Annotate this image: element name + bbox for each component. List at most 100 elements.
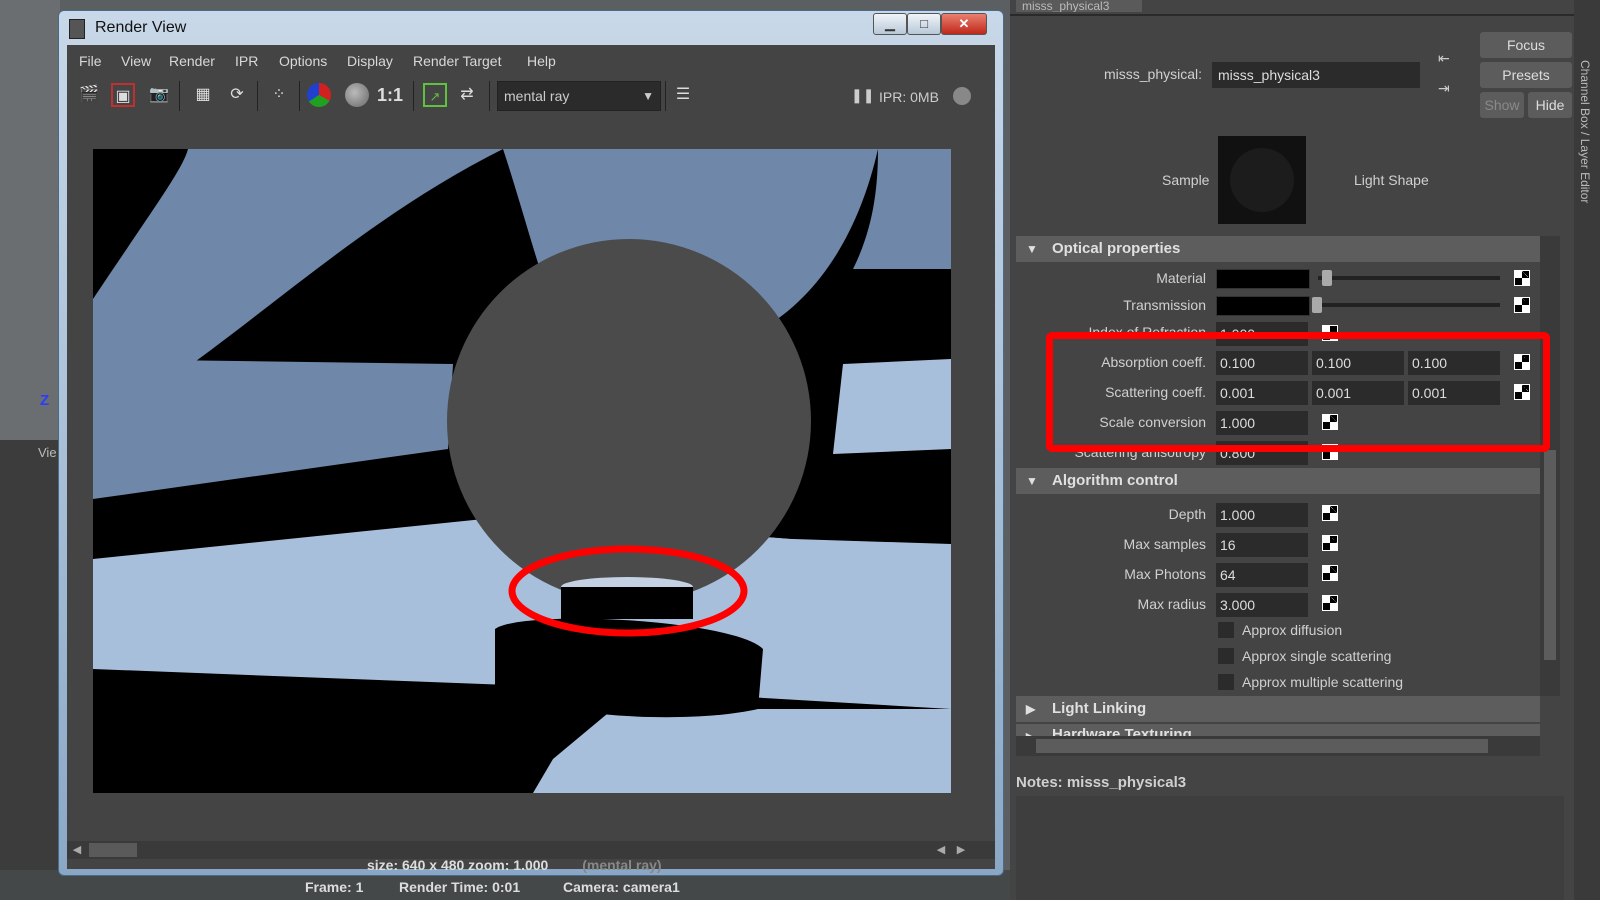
chevron-down-icon: ▼ (642, 89, 654, 103)
menu-display[interactable]: Display (347, 53, 393, 69)
render-image-area: size: 640 x 480 zoom: 1.000 (mental ray)… (67, 119, 995, 895)
menu-help[interactable]: Help (527, 53, 556, 69)
toolbar-separator (257, 81, 258, 111)
transmission-color-swatch[interactable] (1216, 296, 1310, 316)
renderer-tag: (mental ray) (582, 857, 662, 873)
keep-image-icon[interactable]: ↗ (423, 83, 447, 107)
notes-textarea[interactable] (1016, 796, 1564, 900)
render-view-titlebar[interactable]: Render View ▁ □ ✕ (59, 11, 1003, 43)
snapshot-camera-icon[interactable]: 📷 (147, 83, 171, 107)
node-type-label: misss_physical: (1104, 66, 1203, 82)
maya-app-icon (69, 19, 85, 39)
toolbar-separator (299, 81, 300, 111)
maximize-button[interactable]: □ (907, 13, 941, 35)
material-label: Material (1156, 270, 1206, 286)
frame-info: Frame: 1 (305, 879, 364, 895)
map-texture-icon[interactable] (1322, 535, 1338, 551)
render-view-menubar: File View Render IPR Options Display Ren… (67, 45, 995, 75)
toolbar-separator (179, 81, 180, 111)
menu-view[interactable]: View (121, 53, 151, 69)
depth-field[interactable]: 1.000 (1216, 503, 1308, 527)
rendered-image[interactable] (93, 149, 951, 793)
render-view-content: File View Render IPR Options Display Ren… (67, 45, 995, 895)
redo-render-icon[interactable]: 🎬 (77, 83, 101, 107)
collapsed-triangle-icon: ▶ (1026, 724, 1035, 736)
rendered-scene (93, 149, 951, 793)
presets-button[interactable]: Presets (1480, 62, 1572, 88)
node-name-field[interactable]: misss_physical3 (1212, 62, 1420, 88)
hide-button[interactable]: Hide (1528, 92, 1572, 118)
refresh-ipr-icon[interactable]: ⟳ (225, 83, 249, 107)
output-connection-icon[interactable]: ⇥ (1438, 80, 1460, 98)
remove-image-icon[interactable]: ⇄ (455, 83, 479, 107)
material-slider-handle[interactable] (1322, 270, 1332, 286)
render-view-window: Render View ▁ □ ✕ File View Render IPR O… (58, 10, 1004, 895)
material-slider[interactable] (1318, 276, 1500, 280)
tab-divider (1010, 14, 1574, 16)
close-button[interactable]: ✕ (941, 13, 987, 35)
axis-z-label: Z (40, 392, 50, 409)
render-time-info: Render Time: 0:01 (399, 879, 521, 895)
attribute-hscrollbar[interactable] (1016, 736, 1540, 756)
approx-diffusion-checkbox[interactable] (1218, 622, 1234, 638)
render-view-toolbar: 🎬 ▣ 📷 ▦ ⟳ ⁘ 1:1 ↗ ⇄ mental ray ▼ ☰ ❚❚ IP… (67, 75, 995, 115)
material-color-swatch[interactable] (1216, 269, 1310, 289)
render-view-hscrollbar[interactable]: ◀ ◀ ▶ (67, 841, 995, 859)
transmission-label: Transmission (1123, 297, 1206, 313)
map-texture-icon[interactable] (1514, 297, 1530, 313)
real-size-icon[interactable]: 1:1 (373, 83, 407, 107)
render-sequence-icon[interactable]: ⁘ (267, 83, 291, 107)
alpha-channel-icon[interactable] (345, 83, 369, 107)
toolbar-separator (413, 81, 414, 111)
hscroll-thumb[interactable] (1036, 739, 1488, 753)
map-texture-icon[interactable] (1322, 505, 1338, 521)
menu-file[interactable]: File (79, 53, 102, 69)
map-texture-icon[interactable] (1514, 270, 1530, 286)
section-algorithm-control[interactable]: ▼ Algorithm control (1016, 468, 1540, 494)
max-samples-field[interactable]: 16 (1216, 533, 1308, 557)
approx-diffusion-label: Approx diffusion (1242, 622, 1343, 638)
hscroll-thumb[interactable] (89, 843, 137, 857)
size-zoom-text: size: 640 x 480 zoom: 1.000 (367, 857, 549, 873)
map-texture-icon[interactable] (1322, 595, 1338, 611)
ipr-render-icon[interactable]: ▦ (191, 83, 215, 107)
menu-options[interactable]: Options (279, 53, 327, 69)
max-photons-field[interactable]: 64 (1216, 563, 1308, 587)
section-optical-properties[interactable]: ▼ Optical properties (1016, 236, 1540, 262)
scroll-left-icon[interactable]: ◀ (933, 841, 949, 859)
transmission-slider-handle[interactable] (1312, 297, 1322, 313)
ipr-memory-status: IPR: 0MB (879, 89, 939, 105)
section-light-linking[interactable]: ▶ Light Linking (1016, 696, 1540, 722)
show-button[interactable]: Show (1480, 92, 1524, 118)
approx-multiple-checkbox[interactable] (1218, 674, 1234, 690)
transmission-slider[interactable] (1318, 303, 1500, 307)
pedestal-body (561, 587, 693, 619)
minimize-button[interactable]: ▁ (873, 13, 907, 35)
node-tab[interactable]: misss_physical3 (1016, 0, 1142, 12)
wall-checker-tile (833, 359, 951, 454)
pause-icon[interactable]: ❚❚ (851, 87, 874, 104)
ipr-status-indicator (953, 87, 971, 105)
scroll-right-icon[interactable]: ▶ (953, 841, 969, 859)
max-radius-field[interactable]: 3.000 (1216, 593, 1308, 617)
depth-label: Depth (1168, 506, 1206, 522)
focus-button[interactable]: Focus (1480, 32, 1572, 58)
menu-render[interactable]: Render (169, 53, 215, 69)
approx-single-checkbox[interactable] (1218, 648, 1234, 664)
menu-render-target[interactable]: Render Target (413, 53, 501, 69)
channel-box-strip[interactable]: Channel Box / Layer Editor (1574, 0, 1600, 900)
section-hardware-texturing[interactable]: ▶ Hardware Texturing (1016, 724, 1540, 736)
collapsed-triangle-icon: ▶ (1026, 702, 1036, 716)
window-title: Render View (95, 19, 187, 36)
rgb-channel-icon[interactable] (307, 83, 331, 107)
camera-info: Camera: camera1 (563, 879, 680, 895)
vscroll-thumb[interactable] (1544, 450, 1556, 660)
attribute-vscrollbar[interactable] (1540, 236, 1560, 696)
render-settings-icon[interactable]: ☰ (671, 83, 695, 107)
scroll-left-icon[interactable]: ◀ (69, 841, 85, 859)
map-texture-icon[interactable] (1322, 565, 1338, 581)
input-connection-icon[interactable]: ⇤ (1438, 50, 1460, 68)
renderer-dropdown[interactable]: mental ray ▼ (497, 81, 661, 111)
render-region-icon[interactable]: ▣ (111, 83, 135, 107)
menu-ipr[interactable]: IPR (235, 53, 258, 69)
